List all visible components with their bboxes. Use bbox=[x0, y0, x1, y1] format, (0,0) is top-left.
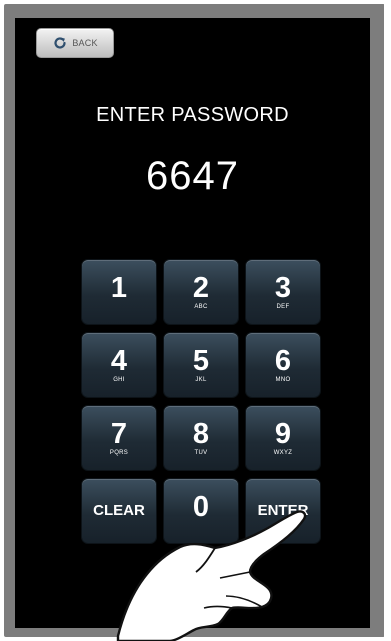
back-button[interactable]: BACK bbox=[36, 28, 114, 58]
key-digit: 2 bbox=[192, 271, 210, 304]
key-2[interactable]: 2 ABC bbox=[164, 260, 238, 324]
key-9[interactable]: 9 WXYZ bbox=[246, 406, 320, 470]
key-3[interactable]: 3 DEF bbox=[246, 260, 320, 324]
enter-label: ENTER bbox=[257, 502, 309, 519]
password-entry-display: 6647 bbox=[146, 154, 239, 198]
key-1[interactable]: 1 bbox=[82, 260, 156, 324]
page-title: ENTER PASSWORD bbox=[96, 104, 289, 126]
key-letters: MNO bbox=[275, 376, 291, 383]
key-letters: DEF bbox=[276, 303, 290, 310]
key-8[interactable]: 8 TUV bbox=[164, 406, 238, 470]
key-4[interactable]: 4 GHI bbox=[82, 333, 156, 397]
clear-button[interactable]: CLEAR bbox=[82, 479, 156, 543]
key-letters: WXYZ bbox=[273, 449, 293, 456]
enter-button[interactable]: ENTER bbox=[246, 479, 320, 543]
frame-edge bbox=[384, 0, 391, 641]
key-letters: PQRS bbox=[109, 449, 129, 456]
key-digit: 3 bbox=[274, 271, 292, 304]
key-letters: JKL bbox=[195, 376, 207, 383]
key-digit: 5 bbox=[192, 344, 210, 377]
key-digit: 1 bbox=[110, 271, 128, 304]
key-letters: TUV bbox=[194, 449, 208, 456]
key-5[interactable]: 5 JKL bbox=[164, 333, 238, 397]
refresh-icon bbox=[54, 37, 66, 49]
key-digit: 8 bbox=[192, 417, 210, 450]
key-letters: GHI bbox=[113, 376, 125, 383]
key-letters: ABC bbox=[194, 303, 208, 310]
key-7[interactable]: 7 PQRS bbox=[82, 406, 156, 470]
key-6[interactable]: 6 MNO bbox=[246, 333, 320, 397]
key-digit: 6 bbox=[274, 344, 292, 377]
key-digit: 9 bbox=[274, 417, 292, 450]
key-digit: 7 bbox=[110, 417, 128, 450]
back-label: BACK bbox=[72, 38, 98, 48]
screen: BACK ENTER PASSWORD 6647 1 2 ABC 3 DEF 4… bbox=[15, 18, 370, 628]
clear-label: CLEAR bbox=[93, 502, 145, 519]
key-0[interactable]: 0 bbox=[164, 479, 238, 543]
key-digit: 0 bbox=[192, 490, 210, 523]
keypad: 1 2 ABC 3 DEF 4 GHI 5 JKL 6 MNO 7 PQRS 8 bbox=[82, 260, 320, 543]
key-digit: 4 bbox=[110, 344, 128, 377]
